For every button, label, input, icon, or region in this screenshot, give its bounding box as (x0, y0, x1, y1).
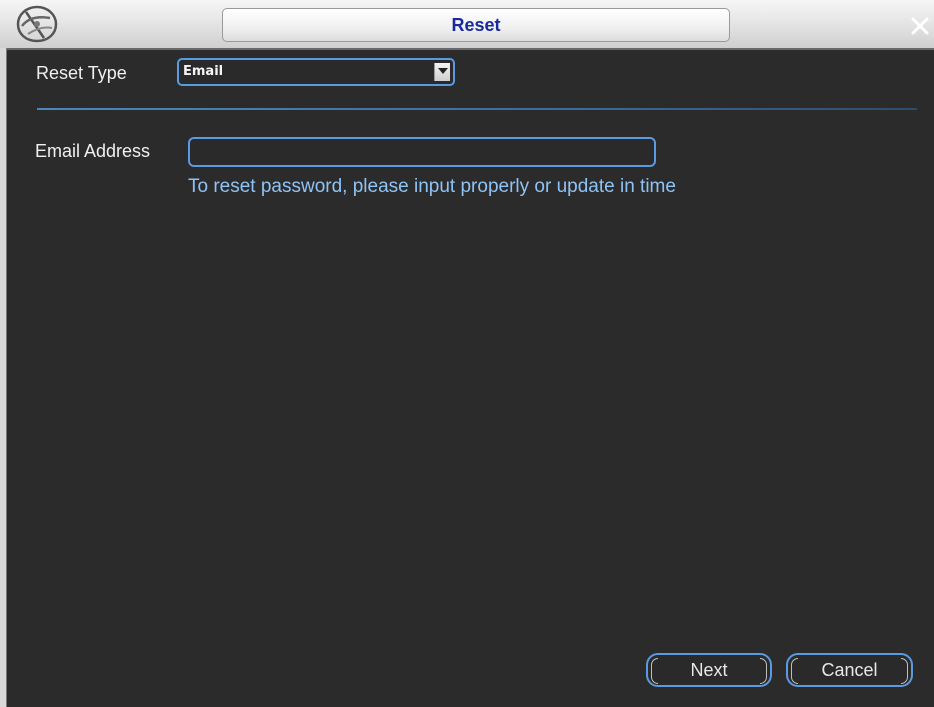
email-address-input[interactable] (188, 137, 656, 167)
title-bar: Reset (0, 0, 934, 50)
email-hint-text: To reset password, please input properly… (188, 176, 676, 197)
email-address-label: Email Address (35, 141, 151, 161)
window-title: Reset (222, 8, 730, 42)
left-frame-border (0, 48, 7, 707)
reset-type-label: Reset Type (36, 63, 127, 83)
next-button[interactable]: Next (646, 653, 772, 687)
chevron-down-icon[interactable] (434, 63, 450, 81)
reset-type-selected-value: Email (183, 64, 224, 79)
close-icon[interactable] (908, 14, 932, 38)
cancel-button[interactable]: Cancel (786, 653, 913, 687)
reset-type-select[interactable]: Email (177, 58, 455, 86)
section-divider (37, 108, 917, 110)
reset-dialog: Reset Reset Type Email Email Address To … (0, 0, 934, 707)
app-logo-icon (16, 5, 58, 43)
